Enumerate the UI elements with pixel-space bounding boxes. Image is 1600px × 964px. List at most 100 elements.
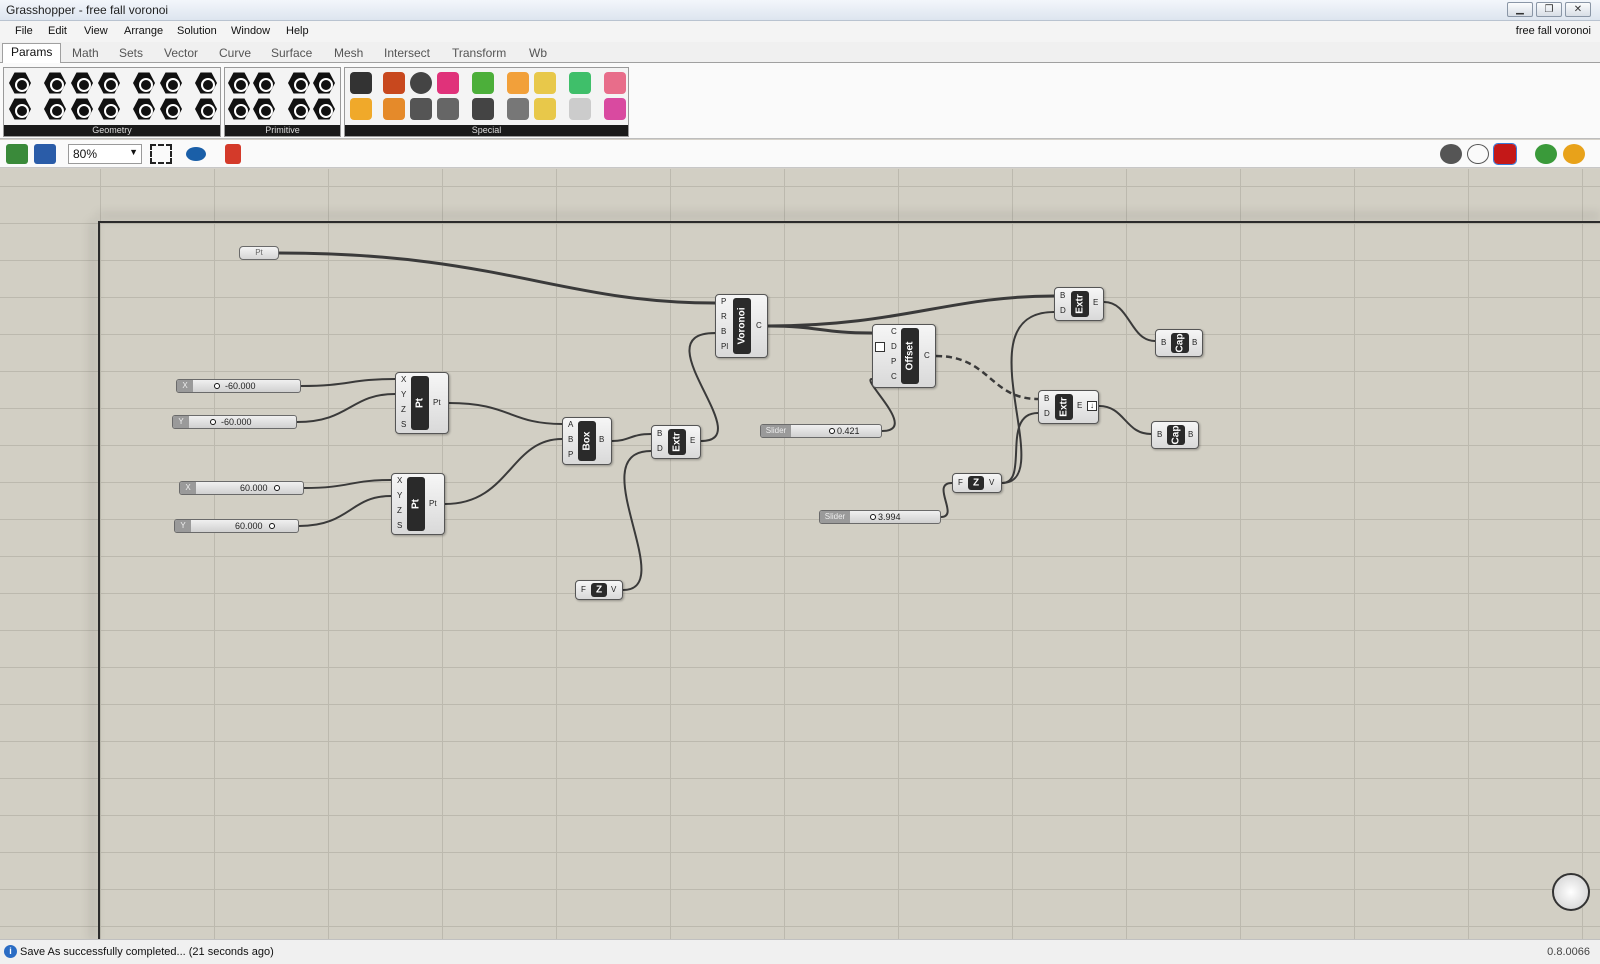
cap-holes-component-1[interactable]: B Cap B bbox=[1155, 329, 1203, 357]
extrude-component-2[interactable]: B D Extr E bbox=[1054, 287, 1104, 321]
preview-selected-icon[interactable] bbox=[1493, 143, 1517, 165]
domain-param-icon[interactable] bbox=[313, 72, 335, 94]
open-file-icon[interactable] bbox=[6, 144, 28, 164]
z2-output-v[interactable]: V bbox=[989, 478, 994, 487]
offset-input-c[interactable]: C bbox=[891, 327, 897, 336]
tree-icon[interactable] bbox=[472, 98, 494, 120]
slider-y1[interactable]: Y -60.000 bbox=[172, 415, 297, 429]
construct-point-2[interactable]: X Y Z S Pt Pt bbox=[391, 473, 445, 535]
z1-output-v[interactable]: V bbox=[611, 585, 616, 594]
voronoi-input-pl[interactable]: Pl bbox=[721, 342, 728, 351]
palette-icon[interactable] bbox=[472, 72, 494, 94]
pt2-input-s[interactable]: S bbox=[397, 521, 402, 530]
cap2-output-b[interactable]: B bbox=[1188, 430, 1193, 439]
preview-wireframe-icon[interactable] bbox=[1467, 144, 1489, 164]
extr3-output-e[interactable]: E bbox=[1077, 401, 1082, 410]
extr2-output-e[interactable]: E bbox=[1093, 298, 1098, 307]
voronoi-input-r[interactable]: R bbox=[721, 312, 727, 321]
save-file-icon[interactable] bbox=[34, 144, 56, 164]
geometry-param-icon[interactable] bbox=[133, 98, 155, 120]
voronoi-input-b[interactable]: B bbox=[721, 327, 726, 336]
slider-extrude-height-knob[interactable] bbox=[870, 514, 876, 520]
pt2-input-z[interactable]: Z bbox=[397, 506, 402, 515]
pt2-input-x[interactable]: X bbox=[397, 476, 402, 485]
colour-param-icon[interactable] bbox=[288, 72, 310, 94]
brep-param-icon[interactable] bbox=[160, 72, 182, 94]
zoom-select[interactable]: 80% ▼ bbox=[68, 144, 142, 164]
slider-x1-knob[interactable] bbox=[214, 383, 220, 389]
recorder-icon[interactable] bbox=[507, 72, 529, 94]
menu-view[interactable]: View bbox=[84, 25, 108, 37]
pt1-input-x[interactable]: X bbox=[401, 375, 406, 384]
mesh-param-icon[interactable] bbox=[98, 98, 120, 120]
slider-y2[interactable]: Y 60.000 bbox=[174, 519, 299, 533]
unit-z-component-1[interactable]: F Z V bbox=[575, 580, 623, 600]
extr2-input-b[interactable]: B bbox=[1060, 291, 1065, 300]
menu-help[interactable]: Help bbox=[286, 25, 309, 37]
vector-param-icon[interactable] bbox=[9, 98, 31, 120]
panel-icon[interactable] bbox=[437, 98, 459, 120]
pt1-input-z[interactable]: Z bbox=[401, 405, 406, 414]
param-viewer-icon[interactable] bbox=[383, 98, 405, 120]
tab-wb[interactable]: Wb bbox=[529, 44, 547, 63]
extr1-output-e[interactable]: E bbox=[690, 436, 695, 445]
arc-param-icon[interactable] bbox=[71, 72, 93, 94]
z2-input-f[interactable]: F bbox=[958, 478, 963, 487]
menu-solution[interactable]: Solution bbox=[177, 25, 217, 37]
offset-output-c[interactable]: C bbox=[924, 351, 930, 360]
pt2-input-y[interactable]: Y bbox=[397, 491, 402, 500]
slider-y1-knob[interactable] bbox=[210, 419, 216, 425]
colour-swatch-icon[interactable] bbox=[569, 72, 591, 94]
tab-surface[interactable]: Surface bbox=[271, 44, 312, 63]
box-input-p[interactable]: P bbox=[568, 450, 573, 459]
solver-icon[interactable] bbox=[1563, 144, 1585, 164]
box-input-b[interactable]: B bbox=[568, 435, 573, 444]
function-icon[interactable] bbox=[507, 98, 529, 120]
surface-param-icon[interactable] bbox=[98, 72, 120, 94]
tab-transform[interactable]: Transform bbox=[452, 44, 506, 63]
scribble-icon[interactable] bbox=[569, 98, 591, 120]
pt2-output-pt[interactable]: Pt bbox=[429, 499, 437, 508]
grasshopper-canvas[interactable]: Pt X -60.000 Y -60.000 X 60.000 Y 60.000… bbox=[0, 169, 1600, 941]
graph-mapper-icon[interactable] bbox=[534, 72, 556, 94]
tab-vector[interactable]: Vector bbox=[164, 44, 198, 63]
pt1-output-pt[interactable]: Pt bbox=[433, 398, 441, 407]
number-param-icon[interactable] bbox=[228, 98, 250, 120]
grid-param-icon[interactable] bbox=[313, 98, 335, 120]
construct-point-1[interactable]: X Y Z S Pt Pt bbox=[395, 372, 449, 434]
extrude-component-3[interactable]: B D Extr E ↓ bbox=[1038, 390, 1099, 424]
voronoi-output-c[interactable]: C bbox=[756, 321, 762, 330]
data-icon[interactable] bbox=[410, 98, 432, 120]
bake-icon[interactable] bbox=[1535, 144, 1557, 164]
circle-param-icon[interactable] bbox=[44, 72, 66, 94]
sketch-pen-icon[interactable] bbox=[225, 144, 241, 164]
integer-param-icon[interactable] bbox=[228, 72, 250, 94]
slider-x1[interactable]: X -60.000 bbox=[176, 379, 301, 393]
tab-params[interactable]: Params bbox=[2, 43, 62, 64]
slider-x2[interactable]: X 60.000 bbox=[179, 481, 304, 495]
z1-input-f[interactable]: F bbox=[581, 585, 586, 594]
voronoi-input-p[interactable]: P bbox=[721, 297, 726, 306]
receiver-icon[interactable] bbox=[350, 72, 372, 94]
offset-input-p[interactable]: P bbox=[891, 357, 896, 366]
plane-param-icon[interactable] bbox=[71, 98, 93, 120]
point-param-icon[interactable] bbox=[9, 72, 31, 94]
zoom-extents-icon[interactable] bbox=[150, 144, 172, 164]
close-button[interactable]: ✕ bbox=[1565, 2, 1591, 17]
cap1-input-b[interactable]: B bbox=[1161, 338, 1166, 347]
box-component[interactable]: A B P Box B bbox=[562, 417, 612, 465]
restore-button[interactable]: ❐ bbox=[1536, 2, 1562, 17]
pt-param[interactable]: Pt bbox=[239, 246, 279, 260]
flask-icon[interactable] bbox=[604, 98, 626, 120]
tab-sets[interactable]: Sets bbox=[119, 44, 143, 63]
menu-window[interactable]: Window bbox=[231, 25, 270, 37]
pt1-input-s[interactable]: S bbox=[401, 420, 406, 429]
bar-chart-icon[interactable] bbox=[350, 98, 372, 120]
slider-extrude-height[interactable]: Slider 3.994 bbox=[819, 510, 941, 524]
extr3-input-d[interactable]: D bbox=[1044, 409, 1050, 418]
box-input-a[interactable]: A bbox=[568, 420, 573, 429]
menu-file[interactable]: File bbox=[15, 25, 33, 37]
string-param-icon[interactable] bbox=[253, 98, 275, 120]
slider-y2-knob[interactable] bbox=[269, 523, 275, 529]
box-param-icon[interactable] bbox=[133, 72, 155, 94]
